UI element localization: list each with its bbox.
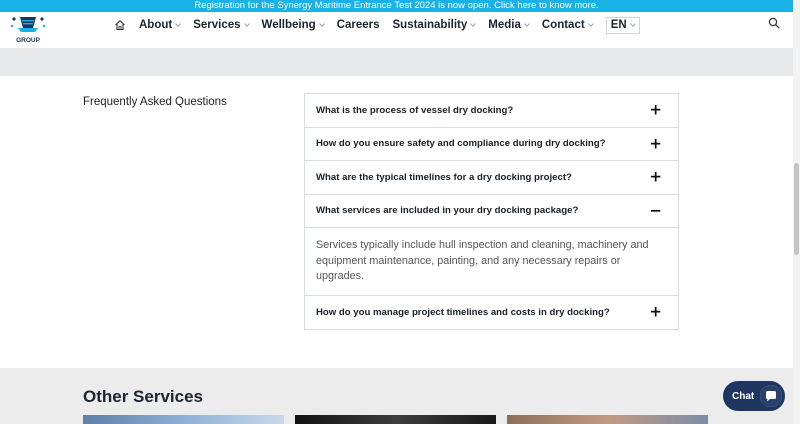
main-nav: About Services Wellbeing Careers Sustain… <box>114 16 640 34</box>
site-header: GROUP About Services Wellbeing Careers S… <box>0 12 793 48</box>
faq-answer: Services typically include hull inspecti… <box>305 228 678 296</box>
nav-about-label: About <box>139 19 173 31</box>
faq-question: What is the process of vessel dry dockin… <box>316 104 514 116</box>
service-card-image[interactable] <box>295 415 496 424</box>
other-services-title: Other Services <box>83 387 204 406</box>
plus-icon[interactable]: + <box>649 169 662 185</box>
search-icon[interactable] <box>768 16 782 30</box>
nav-sustainability-label: Sustainability <box>392 19 468 31</box>
faq-accordion: What is the process of vessel dry dockin… <box>304 93 679 330</box>
faq-item[interactable]: How do you ensure safety and compliance … <box>305 128 678 161</box>
faq-section-title: Frequently Asked Questions <box>83 96 227 108</box>
hero-band <box>0 48 793 76</box>
faq-item[interactable]: What are the typical timelines for a dry… <box>305 161 678 195</box>
faq-question: How do you manage project timelines and … <box>316 306 610 318</box>
chat-bubble-icon <box>760 385 782 407</box>
faq-item-expanded[interactable]: What services are included in your dry d… <box>305 195 678 228</box>
company-logo[interactable]: GROUP <box>8 12 48 46</box>
faq-question: What services are included in your dry d… <box>316 205 579 217</box>
plus-icon[interactable]: + <box>649 102 662 118</box>
chat-button[interactable]: Chat <box>723 381 785 411</box>
chevron-down-icon <box>629 20 636 27</box>
faq-question: What are the typical timelines for a dry… <box>316 171 572 183</box>
service-card-image[interactable] <box>507 415 708 424</box>
announcement-bar[interactable]: Registration for the Synergy Maritime En… <box>0 0 793 12</box>
chevron-down-icon <box>175 20 182 27</box>
nav-contact-label: Contact <box>541 19 585 31</box>
chat-label: Chat <box>732 390 755 402</box>
language-label: EN <box>610 19 627 31</box>
home-icon[interactable] <box>114 18 128 32</box>
chevron-down-icon <box>587 20 594 27</box>
nav-services[interactable]: Services <box>193 19 250 31</box>
plus-icon[interactable]: + <box>649 136 662 151</box>
service-card-image[interactable] <box>83 415 284 424</box>
nav-about[interactable]: About <box>139 19 182 31</box>
nav-services-label: Services <box>193 19 241 31</box>
nav-media-label: Media <box>488 19 521 31</box>
nav-careers[interactable]: Careers <box>337 19 380 31</box>
nav-sustainability[interactable]: Sustainability <box>392 19 477 31</box>
chevron-down-icon <box>318 20 325 27</box>
faq-question: How do you ensure safety and compliance … <box>316 138 606 150</box>
chevron-down-icon <box>524 20 530 27</box>
plus-icon[interactable]: + <box>649 304 662 320</box>
chevron-down-icon <box>470 20 477 27</box>
scrollbar-thumb[interactable] <box>794 163 799 255</box>
faq-item[interactable]: How do you manage project timelines and … <box>305 296 678 330</box>
faq-item[interactable]: What is the process of vessel dry dockin… <box>305 94 678 128</box>
language-selector[interactable]: EN <box>605 16 640 34</box>
nav-contact[interactable]: Contact <box>541 19 594 31</box>
nav-wellbeing-label: Wellbeing <box>261 19 316 31</box>
minus-icon[interactable]: − <box>649 203 662 218</box>
chevron-down-icon <box>243 20 250 27</box>
logo-text: GROUP <box>16 37 41 44</box>
nav-wellbeing[interactable]: Wellbeing <box>261 19 325 31</box>
nav-media[interactable]: Media <box>488 19 530 31</box>
nav-careers-label: Careers <box>336 19 380 31</box>
